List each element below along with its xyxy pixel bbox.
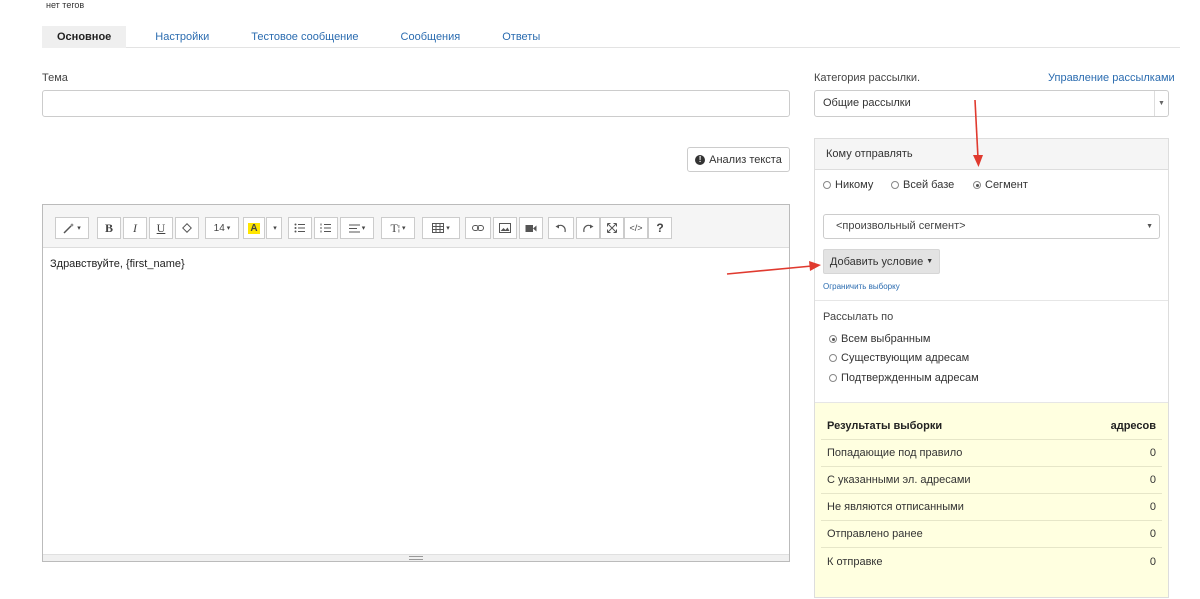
radio-all-selected-label: Всем выбранным <box>841 333 931 345</box>
radio-checked-icon <box>829 335 837 343</box>
text-style-letter: T <box>390 220 398 235</box>
results-header-row: Результаты выборки адресов <box>821 413 1162 440</box>
result-label: К отправке <box>827 555 883 568</box>
highlight-button[interactable]: A <box>243 217 265 239</box>
subject-input[interactable] <box>42 90 790 117</box>
radio-icon <box>823 181 831 189</box>
result-value: 0 <box>1149 447 1156 459</box>
radio-all-selected[interactable]: Всем выбранным <box>829 333 930 345</box>
recipients-panel: Кому отправлять Никому Всей базе Сегмент… <box>814 138 1169 598</box>
info-icon: ! <box>695 154 706 165</box>
video-icon[interactable] <box>519 217 543 239</box>
table-row: Попадающие под правило 0 <box>821 440 1162 467</box>
result-label: С указанными эл. адресами <box>827 474 971 486</box>
radio-confirmed-label: Подтвержденным адресам <box>841 372 979 384</box>
font-size-button[interactable]: 14 ▾ <box>205 217 239 239</box>
result-label: Попадающие под правило <box>827 447 963 459</box>
limit-selection-link[interactable]: Ограничить выборку <box>823 282 900 291</box>
help-button[interactable]: ? <box>648 217 672 239</box>
radio-existing-addresses[interactable]: Существующим адресам <box>829 352 969 364</box>
caret-down-icon: ▼ <box>926 258 934 265</box>
highlight-dropdown-icon[interactable]: ▾ <box>266 217 282 239</box>
recipients-header: Кому отправлять <box>815 139 1168 170</box>
results-unit: адресов <box>1110 420 1156 432</box>
font-size-value: 14 <box>213 222 225 234</box>
result-label: Отправлено ранее <box>827 528 923 540</box>
analyze-text-label: Анализ текста <box>709 153 782 166</box>
image-icon[interactable] <box>493 217 517 239</box>
tab-settings[interactable]: Настройки <box>140 26 224 48</box>
tab-bar: Основное Настройки Тестовое сообщение Со… <box>42 26 1180 48</box>
category-select[interactable]: Общие рассылки ▼ <box>814 90 1169 117</box>
tags-text: нет тегов <box>46 0 85 10</box>
message-editor: ▾ B I U 14 ▾ A ▾ ▾ T ¦ ▾ ▾ </> ? Здравст… <box>42 204 790 562</box>
tab-replies[interactable]: Ответы <box>487 26 555 48</box>
radio-segment[interactable]: Сегмент <box>973 179 1028 191</box>
analyze-text-button[interactable]: ! Анализ текста <box>687 147 790 172</box>
radio-checked-icon <box>973 181 981 189</box>
radio-icon <box>891 181 899 189</box>
editor-content[interactable]: Здравствуйте, {first_name} <box>43 248 789 280</box>
editor-resize-handle[interactable] <box>43 554 789 561</box>
radio-whole-base[interactable]: Всей базе <box>891 179 954 191</box>
bold-button[interactable]: B <box>97 217 121 239</box>
result-value: 0 <box>1149 528 1156 540</box>
fullscreen-icon[interactable] <box>600 217 624 239</box>
table-row: С указанными эл. адресами 0 <box>821 467 1162 494</box>
radio-segment-label: Сегмент <box>985 179 1028 191</box>
chevron-down-icon: ▼ <box>1154 91 1168 116</box>
add-condition-label: Добавить условие <box>829 255 924 268</box>
table-row: Отправлено ранее 0 <box>821 521 1162 548</box>
add-condition-button[interactable]: Добавить условие ▼ <box>823 249 940 274</box>
result-value: 0 <box>1149 474 1156 486</box>
results-title: Результаты выборки <box>827 420 943 432</box>
underline-button[interactable]: U <box>149 217 173 239</box>
result-value: 0 <box>1149 555 1156 568</box>
italic-button[interactable]: I <box>123 217 147 239</box>
radio-nobody-label: Никому <box>835 179 874 191</box>
result-label: Не являются отписанными <box>827 501 964 513</box>
divider <box>815 300 1168 301</box>
highlight-letter: A <box>248 222 260 234</box>
table-row: Не являются отписанными 0 <box>821 494 1162 521</box>
unordered-list-icon[interactable] <box>288 217 312 239</box>
redo-icon[interactable] <box>576 217 600 239</box>
segment-selected-value: <произвольный сегмент> <box>836 220 966 232</box>
radio-whole-base-label: Всей базе <box>903 179 955 191</box>
undo-icon[interactable] <box>548 217 574 239</box>
radio-icon <box>829 354 837 362</box>
table-icon[interactable]: ▾ <box>422 217 460 239</box>
category-label: Категория рассылки. <box>814 72 921 84</box>
ordered-list-icon[interactable] <box>314 217 338 239</box>
text-style-button[interactable]: T ¦ ▾ <box>381 217 415 239</box>
radio-confirmed-addresses[interactable]: Подтвержденным адресам <box>829 372 979 384</box>
radio-nobody[interactable]: Никому <box>823 179 873 191</box>
magic-wand-icon[interactable]: ▾ <box>55 217 89 239</box>
radio-existing-label: Существующим адресам <box>841 352 970 364</box>
radio-icon <box>829 374 837 382</box>
grip-icon <box>409 556 423 560</box>
tab-test-message[interactable]: Тестовое сообщение <box>236 26 373 48</box>
manage-mailings-link[interactable]: Управление рассылками <box>1048 72 1175 84</box>
chevron-down-icon: ▼ <box>1146 223 1153 230</box>
selection-results: Результаты выборки адресов Попадающие по… <box>815 403 1168 597</box>
tab-messages[interactable]: Сообщения <box>386 26 476 48</box>
code-view-button[interactable]: </> <box>624 217 648 239</box>
send-by-label: Рассылать по <box>823 311 894 323</box>
subject-label: Тема <box>42 72 68 84</box>
result-value: 0 <box>1149 501 1156 513</box>
eraser-icon[interactable] <box>175 217 199 239</box>
tab-main[interactable]: Основное <box>42 26 127 48</box>
table-row: К отправке 0 <box>821 548 1162 575</box>
link-icon[interactable] <box>465 217 491 239</box>
segment-select[interactable]: <произвольный сегмент> ▼ <box>823 214 1160 239</box>
align-icon[interactable]: ▾ <box>340 217 374 239</box>
editor-toolbar: ▾ B I U 14 ▾ A ▾ ▾ T ¦ ▾ ▾ </> ? <box>43 205 789 248</box>
category-selected-value: Общие рассылки <box>823 97 911 109</box>
